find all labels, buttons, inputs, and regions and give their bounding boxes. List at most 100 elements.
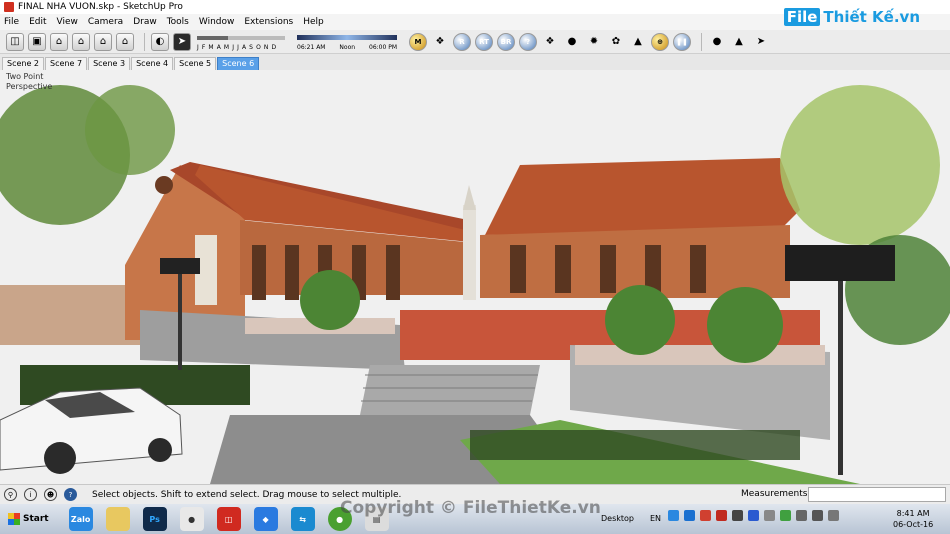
tray-zalo-icon[interactable] [668, 510, 679, 521]
plugin-br-button[interactable]: BR [497, 32, 515, 51]
sphere-plugin-icon[interactable]: ● [563, 33, 581, 51]
sketchup-taskbar-icon[interactable]: ◫ [216, 507, 241, 531]
tab-scene-6[interactable]: Scene 6 [217, 57, 260, 70]
right-door-5 [690, 245, 706, 293]
main-toolbar: ◫ ▣ ⌂ ⌂ ⌂ ⌂ ◐ ➤ J F M A M J J A S O N D … [0, 30, 950, 54]
menu-draw[interactable]: Draw [133, 17, 157, 27]
alien-app-icon[interactable]: ● [179, 507, 204, 531]
tray-pdf-icon[interactable] [716, 510, 727, 521]
light-ball-icon[interactable]: ● [708, 33, 726, 51]
modeling-viewport[interactable]: Two Point Perspective [0, 70, 950, 484]
copyright-watermark: Copyright © FileThietKe.vn [340, 498, 601, 518]
tree-plugin-icon[interactable]: ▲ [629, 33, 647, 51]
menu-edit[interactable]: Edit [29, 17, 46, 27]
pause-plugin-icon[interactable]: ❚❚ [673, 32, 691, 51]
home-front-view-icon[interactable]: ⌂ [72, 32, 90, 51]
tray-network-icon[interactable] [812, 510, 823, 521]
time-noon: Noon [339, 43, 356, 51]
file-explorer-icon[interactable] [105, 507, 130, 531]
iso-view-icon[interactable]: ◫ [6, 32, 24, 51]
month-slider-fill [197, 35, 228, 40]
taskbar-clock[interactable]: 8:41 AM 06-Oct-16 [893, 508, 933, 530]
start-button[interactable]: Start [2, 507, 55, 531]
clock-time: 8:41 AM [896, 509, 930, 518]
menu-tools[interactable]: Tools [167, 17, 189, 27]
select-arrow-icon[interactable]: ➤ [173, 32, 191, 51]
tab-scene-3[interactable]: Scene 3 [88, 57, 131, 70]
menu-extensions[interactable]: Extensions [244, 17, 293, 27]
pillar-top [463, 185, 476, 210]
lamp-post-left [178, 270, 182, 370]
plugin-help-button[interactable]: ? [519, 32, 537, 51]
light-arrow-icon[interactable]: ➤ [752, 33, 770, 51]
tag-plugin-2-icon[interactable]: ❖ [541, 33, 559, 51]
menu-camera[interactable]: Camera [88, 17, 123, 27]
target-plugin-icon[interactable]: ⊕ [651, 32, 669, 51]
tray-display-icon[interactable] [796, 510, 807, 521]
help-icon[interactable]: ? [64, 488, 77, 501]
plugin-r-button[interactable]: R [453, 32, 471, 51]
shadow-toggle-icon[interactable]: ◐ [151, 32, 169, 51]
grass-plugin-icon[interactable]: ✹ [585, 33, 603, 51]
round-vent-window [155, 176, 173, 194]
tray-chrome-icon[interactable] [780, 510, 791, 521]
right-door-3 [600, 245, 616, 293]
tab-scene-5[interactable]: Scene 5 [174, 57, 217, 70]
shadow-time-slider[interactable]: 06:21 AM Noon 06:00 PM [295, 32, 401, 52]
spot-light-icon[interactable]: ▲ [730, 33, 748, 51]
teamviewer-icon[interactable]: ⇆ [290, 507, 315, 531]
right-door-2 [555, 245, 571, 293]
windows-logo-icon [8, 513, 20, 525]
home-back-view-icon[interactable]: ⌂ [116, 32, 134, 51]
measurements-label: Measurements [741, 489, 808, 499]
right-door-1 [510, 245, 526, 293]
box-view-icon[interactable]: ▣ [28, 32, 46, 51]
month-labels: J F M A M J J A S O N D [197, 43, 277, 51]
home-top-view-icon[interactable]: ⌂ [50, 32, 68, 51]
car-wheel-front [44, 442, 76, 474]
tray-antivirus-icon[interactable] [700, 510, 711, 521]
tray-bluetooth-icon[interactable] [748, 510, 759, 521]
window-title: FINAL NHA VUON.skp - SketchUp Pro [18, 2, 183, 12]
tray-volume-icon[interactable] [828, 510, 839, 521]
language-indicator[interactable]: EN [650, 514, 661, 523]
geo-location-icon[interactable]: ⚲ [4, 488, 17, 501]
dropbox-icon[interactable]: ◆ [253, 507, 278, 531]
tray-ie-icon[interactable] [684, 510, 695, 521]
tray-usb-icon[interactable] [764, 510, 775, 521]
time-end: 06:00 PM [369, 43, 397, 51]
desktop-toolbar-label[interactable]: Desktop [601, 514, 634, 523]
month-slider-track[interactable] [197, 35, 285, 40]
plugin-m-button[interactable]: M [409, 32, 427, 51]
tab-scene-4[interactable]: Scene 4 [131, 57, 174, 70]
palm-tree [707, 287, 783, 363]
zalo-app-icon[interactable]: Zalo [68, 507, 93, 531]
lamp-post-right [838, 275, 843, 475]
back-fence-wall [0, 285, 140, 345]
lamp-head-left [160, 258, 200, 274]
photoshop-icon[interactable]: Ps [142, 507, 167, 531]
credits-icon[interactable]: i [24, 488, 37, 501]
menu-file[interactable]: File [4, 17, 19, 27]
tag-plugin-icon[interactable]: ❖ [431, 33, 449, 51]
right-roof [485, 158, 800, 235]
toolbar-separator [144, 32, 145, 51]
menu-view[interactable]: View [57, 17, 78, 27]
menu-window[interactable]: Window [199, 17, 235, 27]
left-tree-crown [85, 85, 175, 175]
menu-help[interactable]: Help [303, 17, 324, 27]
plugin-rt-button[interactable]: RT [475, 32, 493, 51]
tab-scene-7[interactable]: Scene 7 [45, 57, 88, 70]
palm-tree [605, 285, 675, 355]
user-icon[interactable]: ☻ [44, 488, 57, 501]
scatter-plugin-icon[interactable]: ✿ [607, 33, 625, 51]
left-door-5 [386, 245, 400, 300]
home-right-view-icon[interactable]: ⌂ [94, 32, 112, 51]
measurements-input[interactable] [808, 487, 946, 502]
shadow-month-slider[interactable]: J F M A M J J A S O N D [195, 32, 289, 52]
tray-media-icon[interactable] [732, 510, 743, 521]
right-tree [780, 85, 940, 245]
tab-scene-2[interactable]: Scene 2 [2, 57, 45, 70]
system-tray [668, 510, 844, 521]
time-gradient-bar[interactable] [297, 34, 397, 40]
